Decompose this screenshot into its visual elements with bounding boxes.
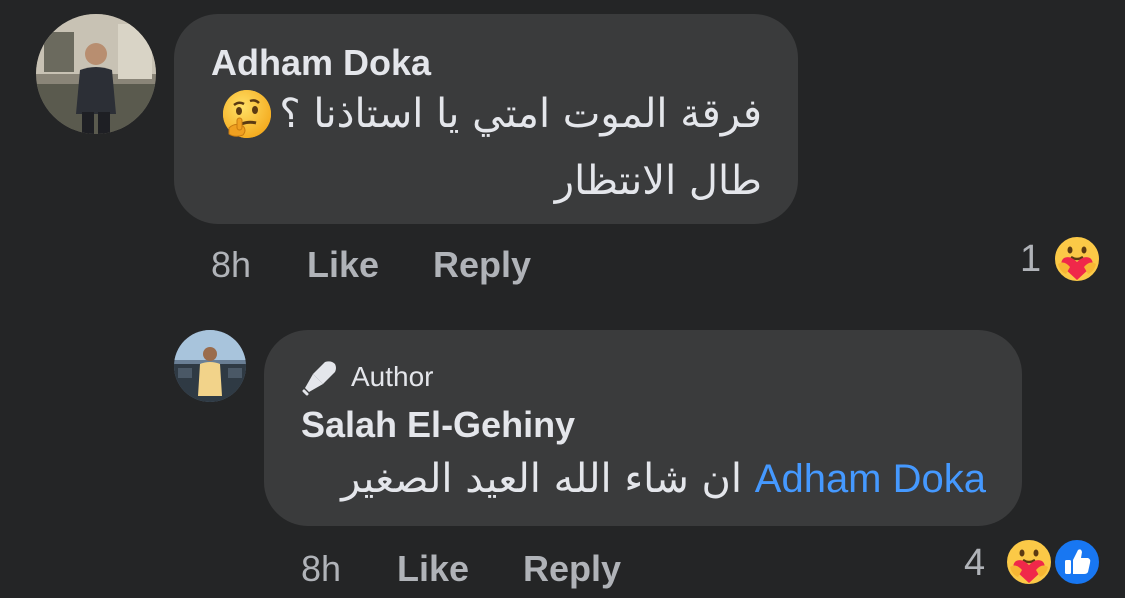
mention-link[interactable]: Adham Doka xyxy=(755,457,986,501)
care-reaction-icon[interactable] xyxy=(1004,537,1054,587)
reaction-count[interactable]: 4 xyxy=(964,542,985,585)
comment-author-name[interactable]: Adham Doka xyxy=(211,42,431,84)
reply-text: ان شاء الله العيد الصغير xyxy=(341,456,743,502)
care-reaction-icon[interactable] xyxy=(1052,234,1102,284)
avatar[interactable] xyxy=(36,14,156,134)
reply-button[interactable]: Reply xyxy=(523,548,621,590)
author-badge: Author xyxy=(301,358,434,396)
reply-button[interactable]: Reply xyxy=(433,244,531,286)
comment-time[interactable]: 8h xyxy=(211,244,251,286)
avatar-image xyxy=(174,330,246,402)
avatar-image xyxy=(36,14,156,134)
comment-text: فرقة الموت امتي يا استاذنا ؟ xyxy=(279,91,762,137)
comment-thread: Adham Doka فرقة الموت امتي يا استاذنا ؟ xyxy=(0,0,1125,598)
reply-text-line: Adham Doka ان شاء الله العيد الصغير xyxy=(341,456,986,502)
reply-author-name[interactable]: Salah El-Gehiny xyxy=(301,404,575,446)
avatar[interactable] xyxy=(174,330,246,402)
comment-text-line-1: فرقة الموت امتي يا استاذنا ؟ xyxy=(221,88,762,140)
reaction-count[interactable]: 1 xyxy=(1020,238,1041,281)
reply-time[interactable]: 8h xyxy=(301,548,341,590)
thinking-face-icon xyxy=(221,88,273,140)
microphone-icon xyxy=(301,358,339,396)
reply-bubble: Author Salah El-Gehiny Adham Doka ان شاء… xyxy=(264,330,1022,526)
like-reaction-icon[interactable] xyxy=(1052,537,1102,587)
author-badge-label: Author xyxy=(351,361,434,392)
like-button[interactable]: Like xyxy=(397,548,469,590)
like-button[interactable]: Like xyxy=(307,244,379,286)
comment-bubble: Adham Doka فرقة الموت امتي يا استاذنا ؟ xyxy=(174,14,798,224)
comment-text-line-2: طال الانتظار xyxy=(554,158,762,204)
